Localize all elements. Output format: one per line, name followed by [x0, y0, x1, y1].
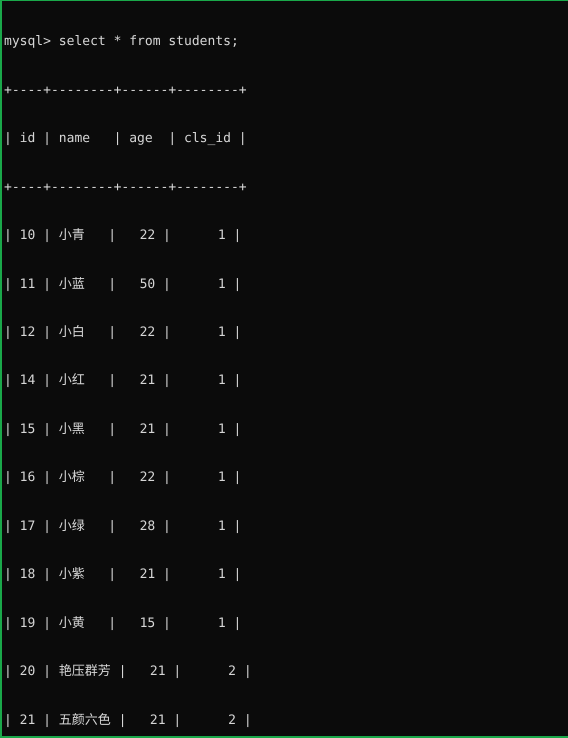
- table-border-header: +----+--------+------+--------+: [4, 179, 247, 195]
- table-border-top: +----+--------+------+--------+: [4, 82, 247, 98]
- table-row: | 18 | 小紫 | 21 | 1 |: [4, 567, 242, 583]
- table-row: | 20 | 艳压群芳 | 21 | 2 |: [4, 664, 252, 680]
- table-row: | 11 | 小蓝 | 50 | 1 |: [4, 276, 242, 292]
- table-row: | 17 | 小绿 | 28 | 1 |: [4, 518, 242, 534]
- table-header-row: | id | name | age | cls_id |: [4, 131, 247, 147]
- table-row: | 19 | 小黄 | 15 | 1 |: [4, 615, 242, 631]
- table-row: | 15 | 小黑 | 21 | 1 |: [4, 421, 242, 437]
- table-row: | 21 | 五颜六色 | 21 | 2 |: [4, 712, 252, 728]
- command-line-select-all: mysql> select * from students;: [4, 34, 239, 50]
- table-row: | 16 | 小棕 | 22 | 1 |: [4, 470, 242, 486]
- table-row: | 10 | 小青 | 22 | 1 |: [4, 228, 242, 244]
- table-row: | 14 | 小红 | 21 | 1 |: [4, 373, 242, 389]
- terminal-output[interactable]: mysql> select * from students; +----+---…: [2, 1, 568, 736]
- terminal-window[interactable]: mysql> select * from students; +----+---…: [0, 0, 568, 738]
- table-row: | 12 | 小白 | 22 | 1 |: [4, 325, 242, 341]
